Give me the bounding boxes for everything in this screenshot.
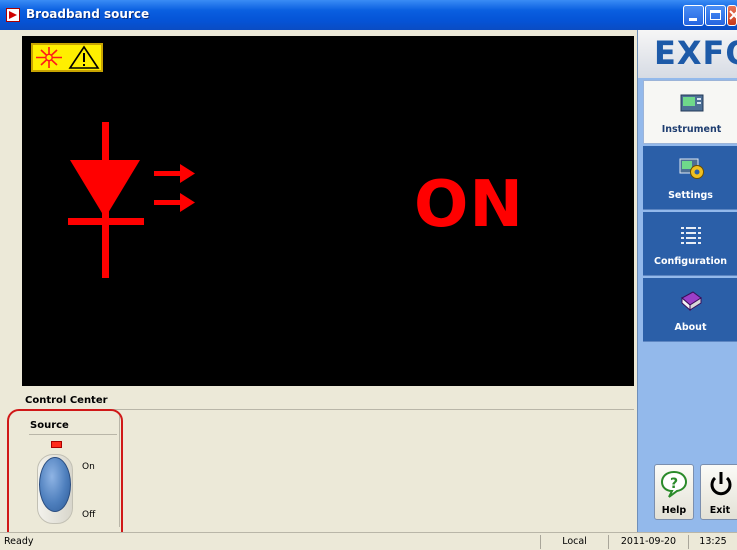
instrument-icon xyxy=(680,94,704,112)
status-time: 13:25 xyxy=(688,535,737,549)
status-mode: Local xyxy=(540,535,608,549)
sidebar-item-settings[interactable]: Settings xyxy=(643,146,737,210)
sidebar-item-label: Settings xyxy=(668,190,713,201)
sidebar: EXFO Instrument Settings Config xyxy=(637,30,737,532)
control-center-header: Control Center xyxy=(22,391,634,410)
exit-label: Exit xyxy=(709,505,731,516)
title-bar[interactable]: Broadband source xyxy=(0,0,737,30)
source-title: Source xyxy=(30,420,69,431)
help-icon: ? xyxy=(660,470,688,498)
app-icon[interactable] xyxy=(6,8,20,22)
toggle-on-label: On xyxy=(82,462,95,472)
svg-text:?: ? xyxy=(670,476,678,492)
status-bar: Ready Local 2011-09-20 13:25 xyxy=(0,532,737,550)
about-book-icon xyxy=(681,291,702,312)
maximize-button[interactable] xyxy=(705,5,726,26)
sidebar-item-instrument[interactable]: Instrument xyxy=(643,80,737,144)
source-status-display: ON xyxy=(22,36,634,386)
toggle-off-label: Off xyxy=(82,510,96,520)
source-panel: Source On Off xyxy=(26,415,120,527)
window-title: Broadband source xyxy=(26,7,150,21)
led-diode-icon xyxy=(68,122,195,278)
maximize-icon xyxy=(710,10,721,20)
sidebar-item-label: Instrument xyxy=(661,124,722,135)
exit-button[interactable]: Exit xyxy=(700,464,737,520)
help-label: Help xyxy=(661,505,687,516)
logo-area: EXFO xyxy=(638,30,737,78)
sidebar-item-label: Configuration xyxy=(653,256,728,267)
source-indicator-led xyxy=(51,441,62,448)
source-state-text: ON xyxy=(414,168,524,242)
close-button[interactable] xyxy=(727,5,737,26)
close-icon xyxy=(729,10,737,20)
power-icon xyxy=(710,472,732,496)
source-divider xyxy=(29,434,117,435)
status-text: Ready xyxy=(4,536,34,547)
minimize-icon xyxy=(689,18,697,21)
sidebar-item-about[interactable]: About xyxy=(643,278,737,342)
exfo-logo: EXFO xyxy=(654,34,737,72)
caution-triangle-icon xyxy=(68,45,100,69)
sidebar-item-label: About xyxy=(674,322,707,333)
minimize-button[interactable] xyxy=(683,5,704,26)
settings-gear-icon xyxy=(679,158,704,179)
sidebar-item-configuration[interactable]: Configuration xyxy=(643,212,737,276)
laser-radiation-icon xyxy=(36,47,62,68)
control-center-title: Control Center xyxy=(25,395,108,406)
status-date: 2011-09-20 xyxy=(608,535,688,549)
source-toggle-knob[interactable] xyxy=(39,457,71,512)
configuration-list-icon xyxy=(681,227,701,244)
laser-warning-label xyxy=(31,43,103,72)
help-button[interactable]: ? Help xyxy=(654,464,694,520)
